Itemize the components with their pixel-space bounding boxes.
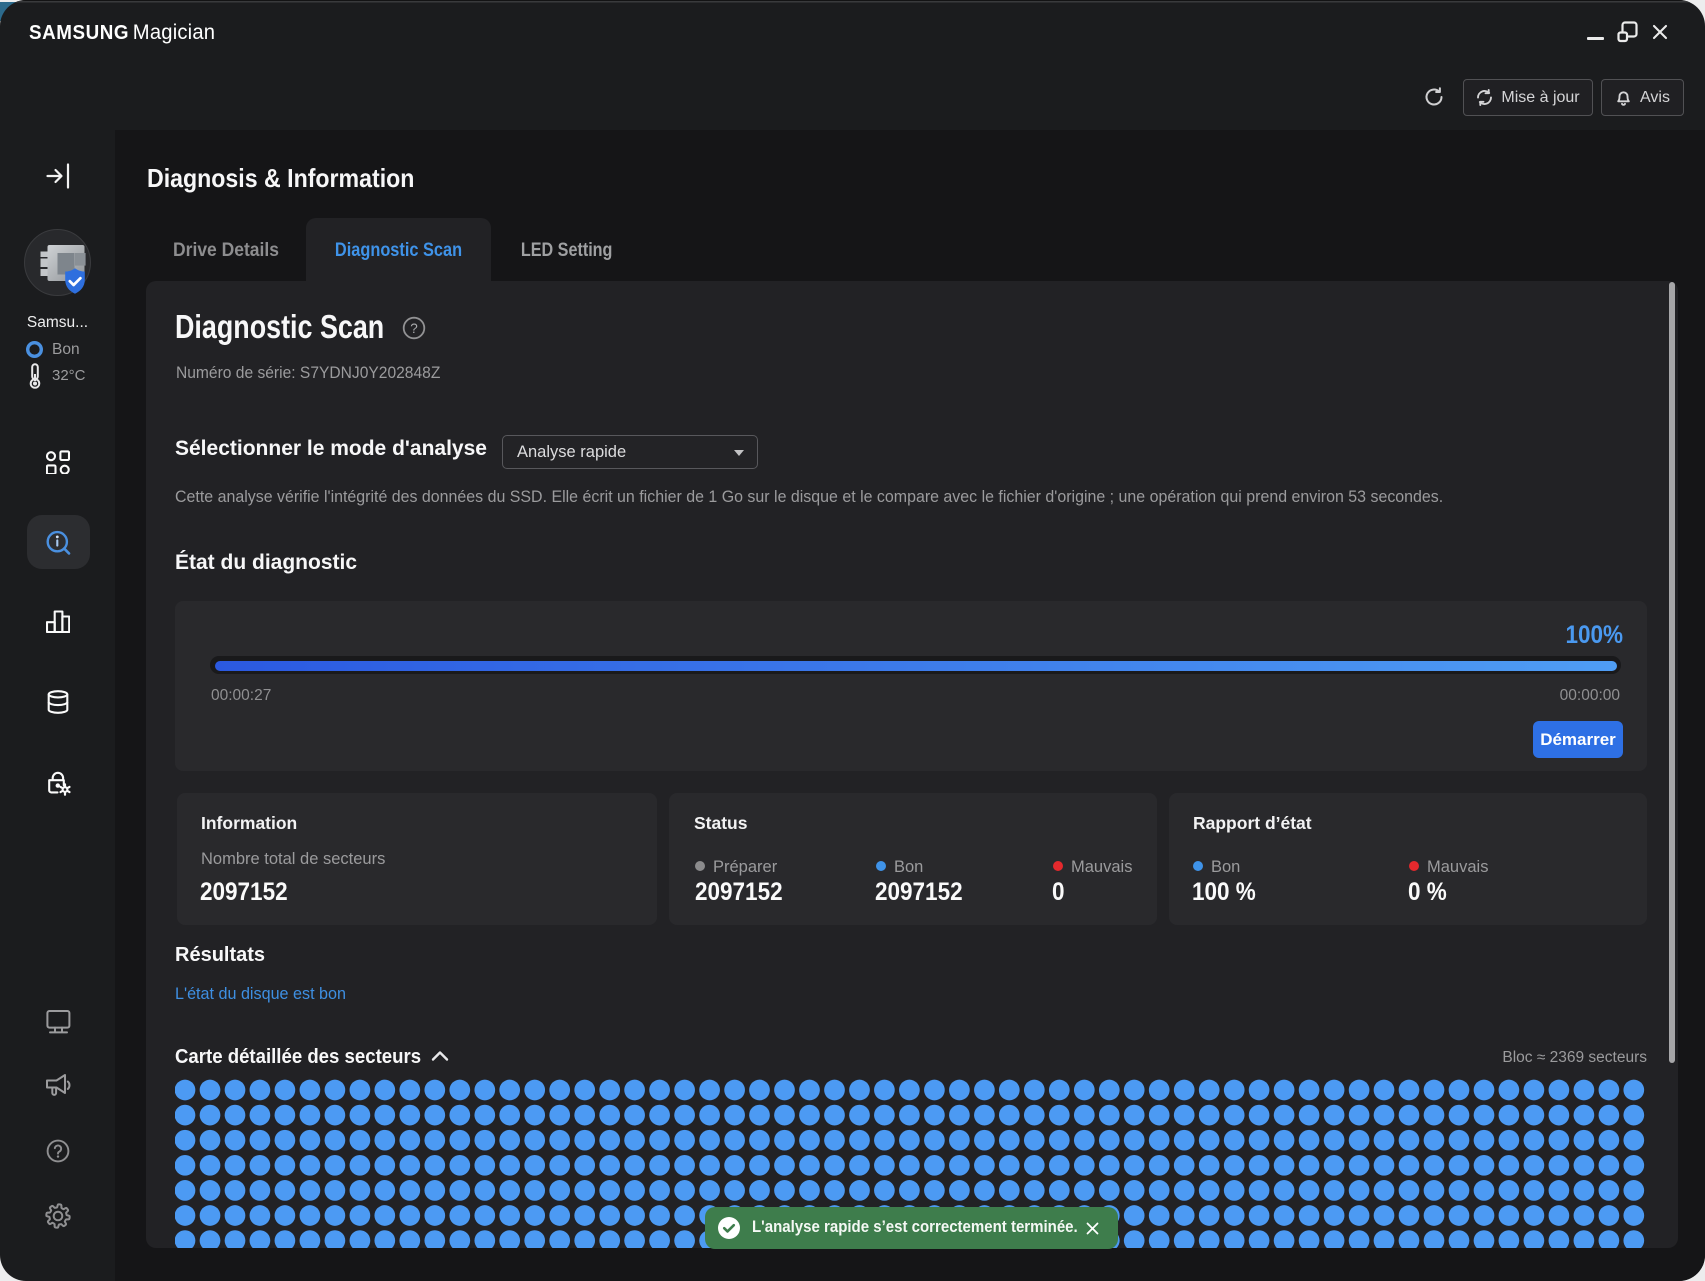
svg-text:?: ? [410, 321, 418, 336]
